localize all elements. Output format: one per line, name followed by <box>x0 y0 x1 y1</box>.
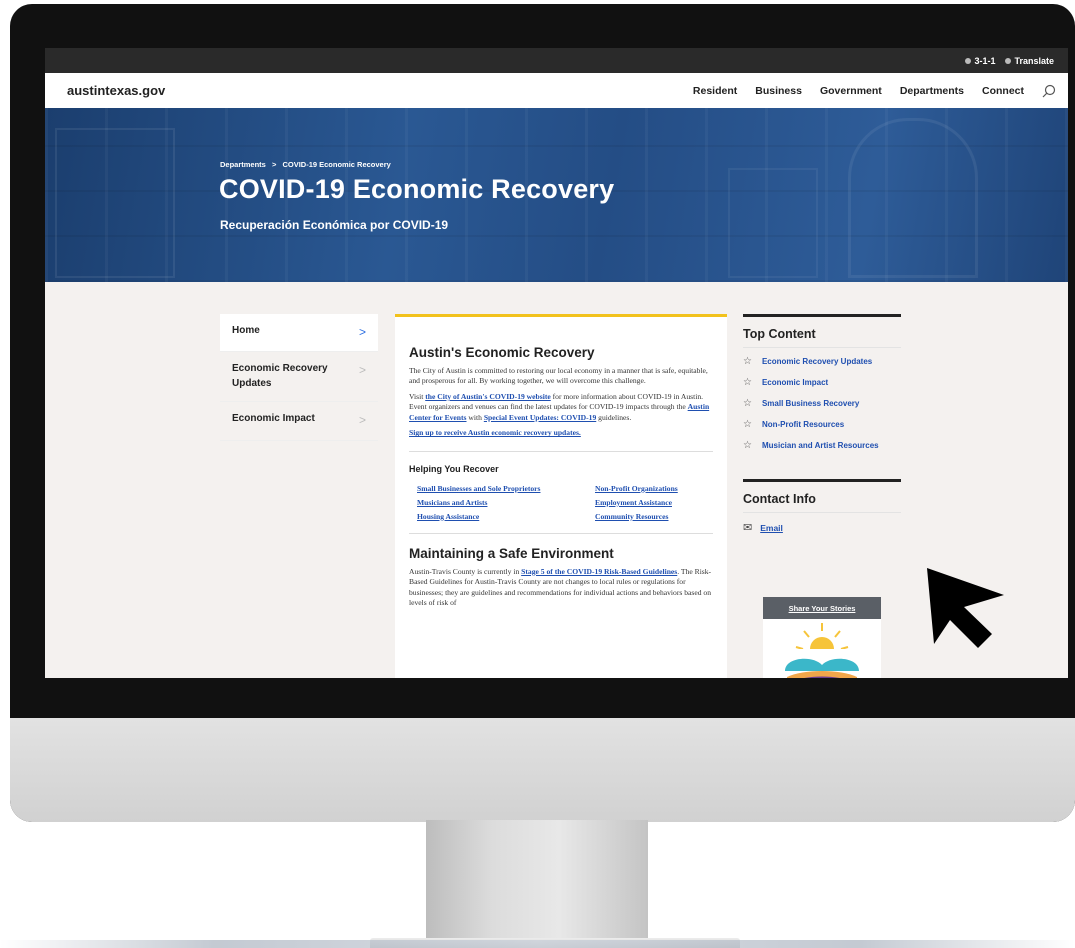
star-icon: ☆ <box>743 377 752 388</box>
share-stories-card[interactable]: Share Your Stories <box>763 597 881 678</box>
link-small-businesses[interactable]: Small Businesses and Sole Proprietors <box>417 484 595 493</box>
sidebar-item-label: Home <box>232 325 260 336</box>
contact-heading: Contact Info <box>743 492 901 513</box>
link-musicians-artists[interactable]: Musicians and Artists <box>417 498 595 507</box>
monitor-frame: 3-1-1 Translate austintexas.gov Resident… <box>10 4 1075 822</box>
mouse-pointer-icon <box>927 568 1004 648</box>
link-non-profit[interactable]: Non-Profit Organizations <box>595 484 725 493</box>
contact-email[interactable]: ✉ Email <box>743 521 901 534</box>
top-content-item[interactable]: ☆ Economic Recovery Updates <box>743 356 901 367</box>
nav-government[interactable]: Government <box>820 85 882 97</box>
star-icon: ☆ <box>743 356 752 367</box>
sidebar-item-economic-impact[interactable]: Economic Impact > <box>220 402 378 441</box>
globe-icon <box>1005 58 1012 65</box>
top-content-item[interactable]: ☆ Non-Profit Resources <box>743 419 901 430</box>
divider <box>409 450 713 452</box>
link-housing[interactable]: Housing Assistance <box>417 512 595 521</box>
utility-bar: 3-1-1 Translate <box>45 48 1068 73</box>
signup-link[interactable]: Sign up to receive Austin economic recov… <box>409 428 581 437</box>
intro-paragraph: The City of Austin is committed to resto… <box>409 366 708 386</box>
top-content-list: ☆ Economic Recovery Updates ☆ Economic Imp… <box>743 356 901 451</box>
main-content: Austin's Economic Recovery The City of A… <box>395 314 727 678</box>
hero-banner: Departments > COVID-19 Economic Recovery… <box>45 108 1068 282</box>
link-employment[interactable]: Employment Assistance <box>595 498 725 507</box>
nav-business[interactable]: Business <box>755 85 802 97</box>
right-sidebar: Top Content ☆ Economic Recovery Updates ☆… <box>743 314 901 534</box>
search-icon[interactable] <box>1042 84 1056 98</box>
chevron-right-icon: > <box>358 413 366 428</box>
envelope-icon: ✉ <box>743 522 753 534</box>
helping-links: Small Businesses and Sole Proprietors No… <box>409 484 713 521</box>
covid-website-link[interactable]: the City of Austin's COVID-19 website <box>425 392 551 401</box>
section-heading: Austin's Economic Recovery <box>409 345 595 360</box>
monitor-stand <box>426 820 648 942</box>
phone-icon <box>965 58 972 65</box>
top-content-item[interactable]: ☆ Small Business Recovery <box>743 398 901 409</box>
top-content-item[interactable]: ☆ Economic Impact <box>743 377 901 388</box>
chevron-right-icon: > <box>358 325 366 339</box>
safe-heading: Maintaining a Safe Environment <box>409 545 614 561</box>
hero-storefront-right <box>848 118 978 278</box>
chevron-right-icon: > <box>358 363 366 378</box>
special-event-updates-link[interactable]: Special Event Updates: COVID-19 <box>484 413 596 422</box>
main-nav: austintexas.gov Resident Business Govern… <box>45 73 1068 108</box>
divider <box>743 479 901 482</box>
site-logo[interactable]: austintexas.gov <box>67 83 675 98</box>
nav-connect[interactable]: Connect <box>982 85 1024 97</box>
breadcrumb-separator: > <box>271 160 277 169</box>
breadcrumb-current: COVID-19 Economic Recovery <box>282 160 391 169</box>
link-community[interactable]: Community Resources <box>595 512 725 521</box>
desk-shadow <box>0 940 1075 948</box>
star-icon: ☆ <box>743 398 752 409</box>
page-subtitle[interactable]: Recuperación Económica por COVID-19 <box>220 218 448 232</box>
visit-paragraph: Visit the City of Austin's COVID-19 webs… <box>409 391 710 422</box>
translate-link[interactable]: Translate <box>1005 56 1054 66</box>
sidebar-item-home[interactable]: Home > <box>220 314 378 353</box>
divider <box>409 532 713 534</box>
phone-link[interactable]: 3-1-1 <box>965 56 995 66</box>
divider <box>743 314 901 317</box>
top-content-heading: Top Content <box>743 327 901 348</box>
star-icon: ☆ <box>743 440 752 451</box>
sidebar-item-economic-recovery-updates[interactable]: Economic Recovery Updates > <box>220 352 378 403</box>
share-stories-label[interactable]: Share Your Stories <box>763 597 881 619</box>
risk-guidelines-link[interactable]: Stage 5 of the COVID-19 Risk-Based Guide… <box>521 567 677 576</box>
safe-paragraph: Austin-Travis County is currently in Sta… <box>409 566 712 608</box>
nav-resident[interactable]: Resident <box>693 85 737 97</box>
top-content-item[interactable]: ☆ Musician and Artist Resources <box>743 440 901 451</box>
hero-storefront-mid <box>728 168 818 278</box>
star-icon: ☆ <box>743 419 752 430</box>
hero-storefront-left <box>55 128 175 278</box>
nav-departments[interactable]: Departments <box>900 85 964 97</box>
monitor-chin <box>10 718 1075 822</box>
email-link[interactable]: Email <box>760 523 783 533</box>
sidebar-item-label: Economic Recovery Updates <box>232 363 328 389</box>
section-sidebar: Home > Economic Recovery Updates > Econo… <box>220 314 378 441</box>
sidebar-item-label: Economic Impact <box>232 413 315 425</box>
breadcrumb: Departments > COVID-19 Economic Recovery <box>220 160 395 169</box>
sun-heart-illustration <box>763 623 881 678</box>
page-title: COVID-19 Economic Recovery <box>219 174 615 204</box>
breadcrumb-departments[interactable]: Departments <box>220 160 266 169</box>
helping-heading: Helping You Recover <box>409 463 499 474</box>
